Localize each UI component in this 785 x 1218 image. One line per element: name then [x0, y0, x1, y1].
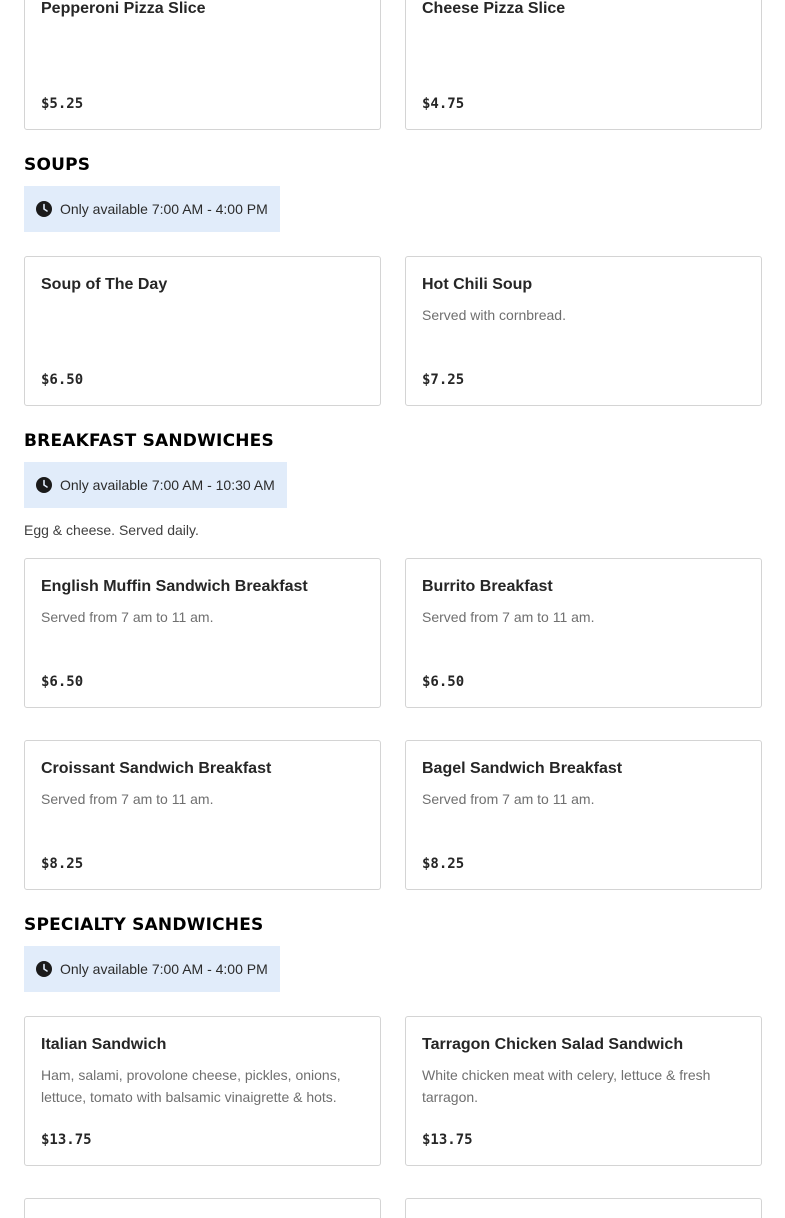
menu-item-price: $13.75 [41, 1132, 92, 1148]
menu-item-card[interactable] [405, 1198, 762, 1218]
menu-item-card[interactable]: Hot Chili Soup Served with cornbread. $7… [405, 256, 762, 406]
menu-item-description: Served from 7 am to 11 am. [422, 609, 595, 625]
menu-item-name: Soup of The Day [41, 276, 168, 293]
section-title-specialty: SPECIALTY SANDWICHES [24, 915, 264, 935]
menu-item-name: Italian Sandwich [41, 1036, 167, 1053]
menu-item-card[interactable]: Croissant Sandwich Breakfast Served from… [24, 740, 381, 890]
availability-text: Only available 7:00 AM - 4:00 PM [60, 201, 268, 217]
menu-item-price: $8.25 [41, 856, 84, 872]
menu-item-name: Croissant Sandwich Breakfast [41, 760, 272, 777]
menu-item-price: $6.50 [41, 372, 84, 388]
menu-item-name: Hot Chili Soup [422, 276, 533, 293]
menu-item-description: White chicken meat with celery, lettuce … [422, 1067, 711, 1105]
menu-item-description: Ham, salami, provolone cheese, pickles, … [41, 1067, 341, 1105]
availability-text: Only available 7:00 AM - 10:30 AM [60, 477, 275, 493]
menu-item-name: English Muffin Sandwich Breakfast [41, 578, 308, 595]
availability-banner: Only available 7:00 AM - 4:00 PM [24, 946, 280, 992]
menu-item-card[interactable]: Soup of The Day $6.50 [24, 256, 381, 406]
availability-text: Only available 7:00 AM - 4:00 PM [60, 961, 268, 977]
menu-item-description: Served from 7 am to 11 am. [41, 609, 214, 625]
menu-item-description: Served with cornbread. [422, 307, 566, 323]
menu-item-card[interactable]: Pepperoni Pizza Slice $5.25 [24, 0, 381, 130]
menu-item-card[interactable] [24, 1198, 381, 1218]
menu-item-name: Cheese Pizza Slice [422, 0, 566, 17]
menu-item-card[interactable]: Burrito Breakfast Served from 7 am to 11… [405, 558, 762, 708]
menu-item-price: $8.25 [422, 856, 465, 872]
availability-banner: Only available 7:00 AM - 10:30 AM [24, 462, 287, 508]
menu-item-price: $6.50 [422, 674, 465, 690]
clock-icon [36, 477, 52, 493]
menu-item-price: $7.25 [422, 372, 465, 388]
availability-banner: Only available 7:00 AM - 4:00 PM [24, 186, 280, 232]
menu-item-card[interactable]: Cheese Pizza Slice $4.75 [405, 0, 762, 130]
menu-item-price: $13.75 [422, 1132, 473, 1148]
clock-icon [36, 201, 52, 217]
menu-item-description: Served from 7 am to 11 am. [422, 791, 595, 807]
section-title-soups: SOUPS [24, 155, 91, 175]
menu-item-card[interactable]: Bagel Sandwich Breakfast Served from 7 a… [405, 740, 762, 890]
menu-item-price: $5.25 [41, 96, 84, 112]
menu-item-card[interactable]: Italian Sandwich Ham, salami, provolone … [24, 1016, 381, 1166]
menu-item-description: Served from 7 am to 11 am. [41, 791, 214, 807]
menu-item-price: $4.75 [422, 96, 465, 112]
menu-item-name: Pepperoni Pizza Slice [41, 0, 206, 17]
clock-icon [36, 961, 52, 977]
menu-item-card[interactable]: Tarragon Chicken Salad Sandwich White ch… [405, 1016, 762, 1166]
section-note: Egg & cheese. Served daily. [24, 522, 199, 538]
menu-item-card[interactable]: English Muffin Sandwich Breakfast Served… [24, 558, 381, 708]
menu-item-name: Tarragon Chicken Salad Sandwich [422, 1036, 684, 1053]
menu-item-name: Burrito Breakfast [422, 578, 553, 595]
menu-item-price: $6.50 [41, 674, 84, 690]
menu-item-name: Bagel Sandwich Breakfast [422, 760, 623, 777]
section-title-breakfast: BREAKFAST SANDWICHES [24, 431, 274, 451]
